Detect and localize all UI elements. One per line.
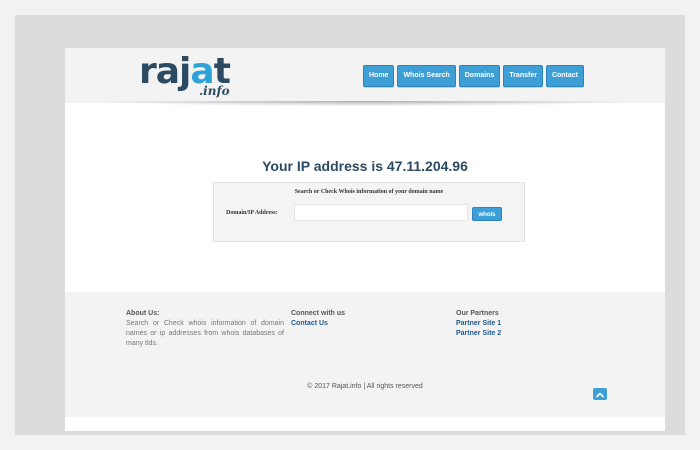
site-logo[interactable]: rajat .info (139, 52, 239, 100)
footer-connect: Connect with us Contact Us (291, 309, 345, 329)
partners-title: Our Partners (456, 310, 499, 317)
site-footer: About Us: Search or Check whois informat… (65, 292, 665, 417)
contact-us-link[interactable]: Contact Us (291, 319, 345, 329)
whois-button[interactable]: whois (472, 207, 502, 221)
page: rajat .info Home Whois Search Domains Tr… (65, 48, 665, 431)
nav-transfer-button[interactable]: Transfer (503, 65, 543, 87)
partner-site-2-link[interactable]: Partner Site 2 (456, 329, 501, 339)
scroll-to-top-button[interactable] (593, 388, 607, 400)
main-nav: Home Whois Search Domains Transfer Conta… (363, 65, 584, 87)
site-header: rajat .info Home Whois Search Domains Tr… (65, 48, 665, 103)
header-shadow (65, 101, 665, 107)
nav-contact-button[interactable]: Contact (545, 65, 584, 87)
footer-partners: Our Partners Partner Site 1 Partner Site… (456, 309, 501, 339)
partner-site-1-link[interactable]: Partner Site 1 (456, 319, 501, 329)
connect-title: Connect with us (291, 310, 346, 317)
domain-ip-input[interactable] (294, 204, 468, 221)
nav-whois-search-button[interactable]: Whois Search (397, 65, 456, 87)
about-title: About Us: (126, 310, 160, 317)
ip-address-heading: Your IP address is 47.11.204.96 (262, 158, 468, 174)
search-label: Domain/IP Address: (226, 210, 278, 216)
whois-search-box: Search or Check Whois information of you… (213, 182, 525, 242)
nav-domains-button[interactable]: Domains (458, 65, 501, 87)
logo-suffix: .info (199, 84, 230, 98)
nav-home-button[interactable]: Home (363, 65, 395, 87)
chevron-up-icon (596, 392, 604, 398)
search-caption: Search or Check Whois information of you… (294, 189, 444, 195)
copyright-text: © 2017 Rajat.info | All rights reserved (307, 383, 423, 390)
about-text: Search or Check whois information of dom… (126, 320, 284, 347)
footer-about: About Us: Search or Check whois informat… (126, 309, 284, 349)
browser-frame: rajat .info Home Whois Search Domains Tr… (15, 15, 685, 435)
